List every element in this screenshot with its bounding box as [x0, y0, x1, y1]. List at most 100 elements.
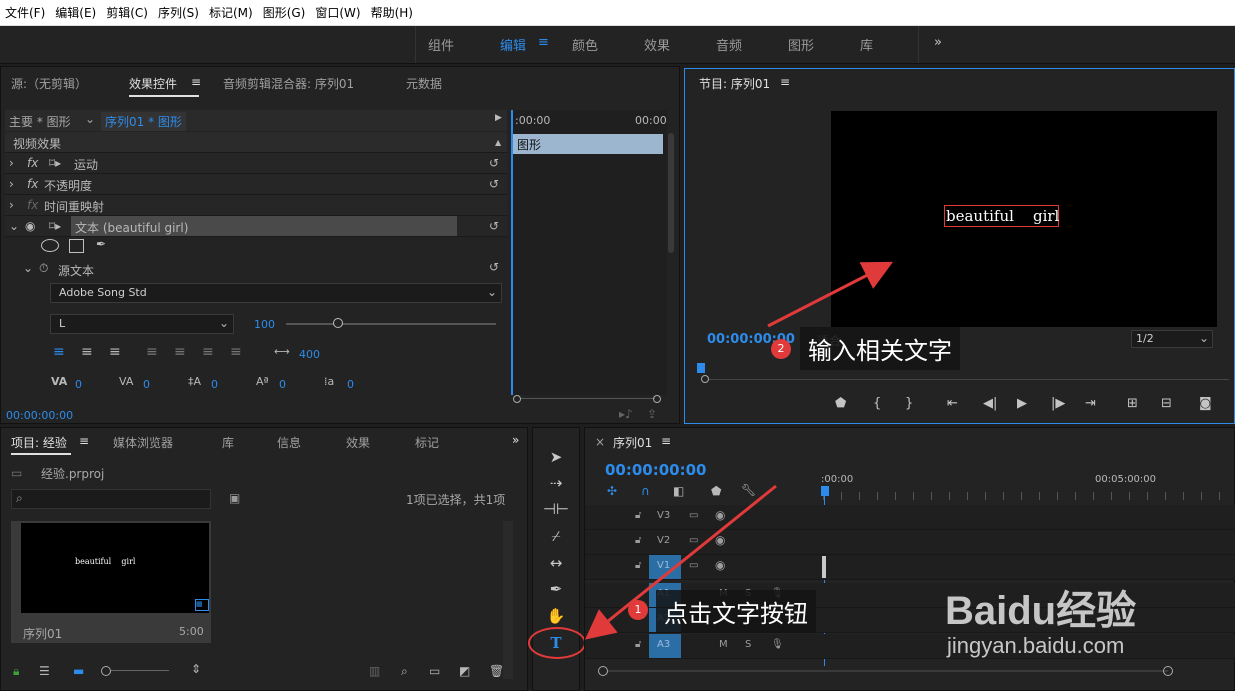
stopwatch-icon[interactable]: ⏱	[39, 261, 48, 276]
mark-out-icon[interactable]: }	[905, 396, 913, 411]
find-icon[interactable]: ⌕	[401, 664, 408, 679]
chevron-right-icon[interactable]: ›	[9, 156, 14, 170]
mark-in-icon[interactable]: {	[873, 396, 881, 411]
workspace-graphics[interactable]: 图形	[788, 35, 814, 54]
align-center-icon[interactable]: ≡	[81, 344, 93, 360]
leading-value[interactable]: 0	[211, 378, 218, 391]
effect-zoom-bar[interactable]	[511, 395, 667, 403]
razor-tool-icon[interactable]: ⌿	[541, 527, 571, 551]
reset-icon[interactable]: ↺	[489, 219, 499, 233]
tab-audio-mixer[interactable]: 音频剪辑混合器: 序列01	[223, 75, 354, 92]
tsume-value[interactable]: 0	[347, 378, 354, 391]
justify-center-icon[interactable]: ≡	[174, 344, 186, 360]
lock-icon[interactable]: 🔓︎	[635, 510, 641, 521]
magnet-icon[interactable]: ∩	[641, 484, 650, 498]
selection-tool-icon[interactable]: ➤	[541, 448, 571, 472]
new-bin-from-search-icon[interactable]: ▣	[229, 491, 240, 505]
step-forward-icon[interactable]: |▶	[1051, 396, 1065, 411]
program-monitor-title[interactable]: 节目: 序列01	[699, 75, 770, 92]
timeline-zoom-bar[interactable]	[608, 670, 1168, 672]
menu-file[interactable]: 文件(F)	[0, 4, 50, 21]
reset-icon[interactable]: ↺	[489, 177, 499, 191]
timeline-menu-icon[interactable]: ≡	[661, 434, 671, 448]
master-clip-label[interactable]: 主要 * 图形	[9, 113, 71, 130]
justify-left-icon[interactable]: ≡	[146, 344, 158, 360]
sync-icon[interactable]: ▭	[689, 560, 698, 571]
program-menu-icon[interactable]: ≡	[780, 75, 790, 89]
eye-icon[interactable]: ◉	[715, 508, 725, 522]
go-to-in-icon[interactable]: ⇤	[947, 396, 958, 411]
tab-libraries[interactable]: 库	[222, 434, 234, 451]
resolution-dropdown[interactable]: 1/2 ⌄	[1131, 330, 1213, 348]
track-select-tool-icon[interactable]: ⇢	[541, 474, 571, 498]
automate-icon[interactable]: ▥	[369, 664, 380, 678]
menu-graphics[interactable]: 图形(G)	[258, 4, 311, 21]
fx-icon[interactable]: fx	[27, 156, 38, 170]
lock-icon[interactable]: 🔓︎	[635, 560, 641, 571]
tab-project[interactable]: 项目: 经验	[11, 434, 67, 451]
lock-icon[interactable]: 🔒︎	[13, 664, 19, 679]
track-v1[interactable]: 🔓︎ V1 ▭ ◉	[585, 555, 1235, 580]
add-marker-icon[interactable]: ⬟	[711, 484, 721, 498]
ellipse-mask-icon[interactable]	[41, 239, 59, 252]
eye-icon[interactable]: ◉	[715, 533, 725, 547]
extract-icon[interactable]: ⊟	[1161, 396, 1172, 411]
trash-icon[interactable]: 🗑︎	[489, 664, 504, 678]
zoom-slider[interactable]	[111, 670, 169, 671]
justify-all-icon[interactable]: ≡	[230, 344, 242, 360]
tab-info[interactable]: 信息	[277, 434, 301, 451]
justify-right-icon[interactable]: ≡	[202, 344, 214, 360]
eye-icon[interactable]: ◉	[715, 558, 725, 572]
wrench-icon[interactable]: 🔧︎	[741, 483, 756, 497]
track-label-active[interactable]: A3	[649, 634, 681, 658]
effect-clip-bar[interactable]: 图形	[513, 134, 663, 154]
solo-button[interactable]: S	[745, 639, 751, 650]
track-a3[interactable]: 🔓︎ A3 M S 🎙︎	[585, 634, 1235, 659]
export-icon[interactable]: ⇪	[647, 407, 657, 421]
canvas-text-layer[interactable]: beautiful girl	[944, 205, 1059, 227]
font-size-slider[interactable]	[286, 323, 496, 325]
workspace-menu-icon[interactable]: ≡	[538, 35, 549, 50]
workspace-libraries[interactable]: 库	[860, 35, 873, 54]
project-more-button[interactable]: »	[512, 433, 519, 447]
chevron-right-icon[interactable]: ›	[9, 198, 14, 212]
effect-scrollbar[interactable]	[668, 133, 674, 253]
tab-media-browser[interactable]: 媒体浏览器	[113, 434, 173, 451]
program-zoom-handle[interactable]	[701, 375, 709, 383]
font-size-slider-handle[interactable]	[333, 318, 343, 328]
workspace-more-button[interactable]: »	[934, 35, 942, 50]
sequence-clip-label[interactable]: 序列01 * 图形	[101, 112, 186, 131]
track-v3[interactable]: 🔓︎ V3 ▭ ◉	[585, 505, 1235, 530]
font-dropdown[interactable]: Adobe Song Std ⌄	[50, 283, 502, 303]
workspace-audio[interactable]: 音频	[716, 35, 742, 54]
menu-window[interactable]: 窗口(W)	[310, 4, 365, 21]
font-size-value[interactable]: 100	[254, 318, 275, 331]
step-back-icon[interactable]: ◀|	[983, 396, 997, 411]
program-zoom-bar[interactable]	[709, 379, 1229, 380]
new-item-icon[interactable]: ◩	[459, 664, 470, 678]
timeline-zoom-handle-left[interactable]	[598, 666, 608, 676]
lift-icon[interactable]: ⊞	[1127, 396, 1138, 411]
menu-marker[interactable]: 标记(M)	[204, 4, 258, 21]
timeline-timecode[interactable]: 00:00:00:00	[605, 461, 707, 479]
chevron-down-icon[interactable]: ⌄	[85, 112, 95, 126]
timeline-ruler[interactable]	[823, 492, 1233, 500]
effect-name-text[interactable]: 文本 (beautiful girl)	[71, 216, 457, 236]
effect-row-opacity[interactable]: › fx 不透明度 ↺	[5, 174, 507, 195]
menu-edit[interactable]: 编辑(E)	[50, 4, 101, 21]
workspace-color[interactable]: 颜色	[572, 35, 598, 54]
ripple-edit-tool-icon[interactable]: ⊣⊢	[541, 500, 571, 524]
chevron-down-icon[interactable]: ⌄	[23, 261, 33, 275]
tab-metadata[interactable]: 元数据	[406, 75, 442, 92]
timeline-title[interactable]: 序列01	[613, 434, 652, 451]
sync-icon[interactable]: ▭	[689, 510, 698, 521]
project-scrollbar[interactable]	[503, 521, 513, 679]
panel-menu-icon[interactable]: ≡	[191, 75, 201, 89]
slip-tool-icon[interactable]: ↔	[541, 554, 571, 578]
sync-icon[interactable]: ▭	[689, 535, 698, 546]
icon-view-icon[interactable]: ▬	[73, 664, 84, 678]
camera-icon[interactable]: ◙	[1199, 396, 1212, 411]
project-menu-icon[interactable]: ≡	[79, 434, 89, 448]
tab-width-value[interactable]: 400	[299, 348, 320, 361]
menu-sequence[interactable]: 序列(S)	[153, 4, 204, 21]
